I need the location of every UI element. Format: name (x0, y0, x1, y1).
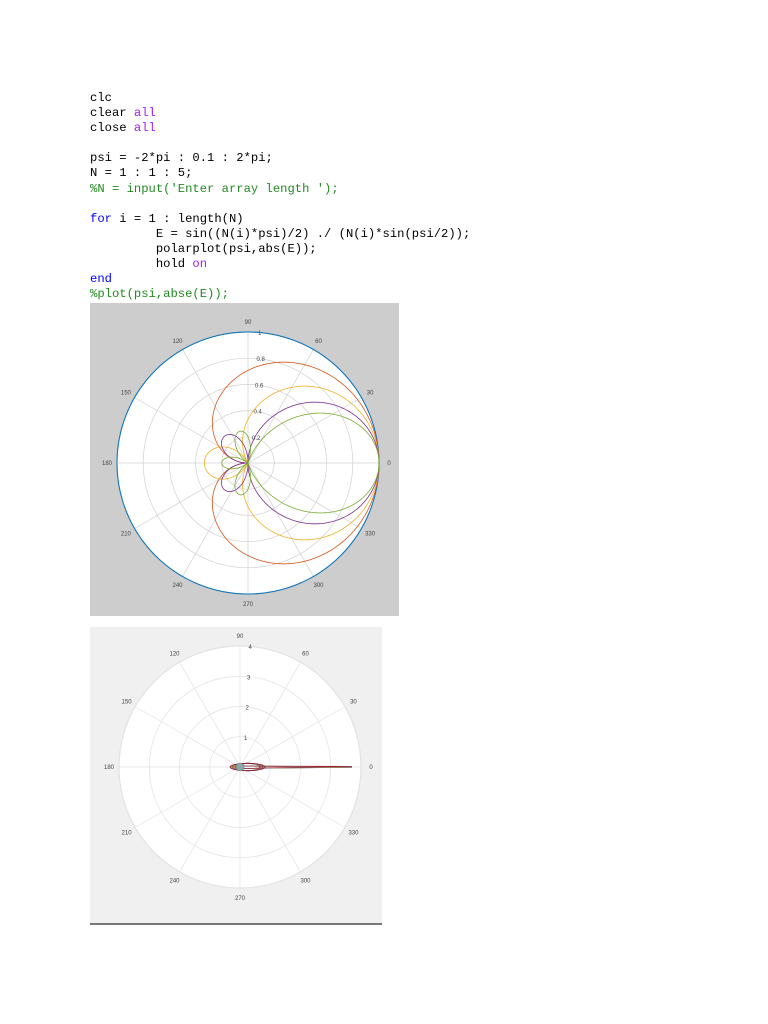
code-line: end (90, 272, 470, 287)
polar-plot-1-svg: 0.20.40.60.81030609012015018021024027030… (102, 320, 391, 608)
document-page: clc clear all close all psi = -2*pi : 0.1 :… (0, 0, 768, 1024)
code-text: N = 1 : 1 : 5; (90, 166, 193, 181)
code-text: polarplot(psi,abs(E)); (90, 241, 317, 256)
angle-tick-label: 60 (302, 652, 309, 658)
series-center-cluster (235, 762, 245, 772)
angle-tick-label: 330 (348, 831, 359, 837)
code-line: %N = input('Enter array length '); (90, 182, 470, 197)
code-line: %plot(psi,abse(E)); (90, 287, 470, 302)
code-string: all (133, 121, 156, 136)
code-string: on (192, 257, 208, 272)
angle-tick-label: 60 (315, 339, 322, 345)
code-comment: %plot(psi,abse(E)); (90, 287, 229, 302)
angle-tick-label: 180 (102, 461, 113, 467)
angle-tick-label: 150 (121, 391, 132, 397)
code-text: clear (90, 106, 134, 121)
r-tick-label: 0.4 (254, 410, 263, 416)
angle-tick-label: 210 (122, 831, 133, 837)
angle-tick-label: 150 (122, 700, 133, 706)
code-line: E = sin((N(i)*psi)/2) ./ (N(i)*sin(psi/2… (90, 226, 471, 242)
angle-tick-label: 210 (121, 532, 132, 538)
angle-tick-label: 240 (169, 878, 180, 884)
angle-tick-label: 90 (245, 320, 252, 326)
code-text: clc (90, 91, 112, 105)
code-line: psi = -2*pi : 0.1 : 2*pi; (90, 151, 470, 166)
code-keyword: for (90, 211, 112, 226)
angle-tick-label: 240 (172, 583, 183, 589)
code-line: N = 1 : 1 : 5; (90, 166, 470, 181)
r-tick-label: 0.8 (257, 357, 266, 363)
code-line: polarplot(psi,abs(E)); (90, 242, 470, 257)
matlab-code-block: clc clear all close all psi = -2*pi : 0.1 :… (90, 91, 470, 302)
polar-plot-normalized: 0.2 0.4 0.6 0.8 1 0 30 60 90 120 150 180 210 240 270 30… (90, 303, 399, 616)
polar-plot-2-svg: 12340306090120150180210240270300330 (104, 634, 373, 902)
code-keyword: end (90, 272, 112, 287)
angle-tick-label: 270 (235, 896, 246, 902)
angle-tick-label: 0 (387, 461, 391, 467)
code-string: all (133, 106, 156, 121)
code-comment: %N = input('Enter array length '); (90, 181, 339, 196)
angle-tick-label: 0 (369, 765, 373, 771)
angle-tick-label: 300 (300, 878, 311, 884)
code-text: hold (90, 257, 193, 272)
code-text: i = 1 : length(N) (111, 211, 244, 226)
angle-tick-label: 330 (365, 532, 376, 538)
angle-tick-label: 180 (104, 765, 115, 771)
code-line: for i = 1 : length(N) (90, 212, 470, 227)
code-text: E = sin((N(i)*psi)/2) ./ (N(i)*sin(psi/2… (90, 226, 471, 241)
polar-plot-unnormalized: 1 2 3 4 0 30 60 90 120 150 180 210 240 270 300 330 (90, 627, 382, 925)
code-line: hold on (90, 257, 470, 272)
angle-tick-label: 300 (313, 583, 324, 589)
code-text: close (90, 121, 134, 136)
r-tick-label: 0.6 (255, 383, 264, 389)
code-text: psi = -2*pi : 0.1 : 2*pi; (90, 151, 273, 166)
angle-tick-label: 120 (169, 652, 180, 658)
angle-tick-label: 90 (237, 634, 244, 640)
angle-tick-label: 30 (350, 700, 357, 706)
code-line: close all (90, 121, 470, 136)
angle-tick-label: 120 (172, 339, 183, 345)
code-line: clc (90, 91, 470, 106)
angle-tick-label: 270 (243, 602, 254, 608)
angle-tick-label: 30 (367, 391, 374, 397)
code-line: clear all (90, 106, 470, 121)
